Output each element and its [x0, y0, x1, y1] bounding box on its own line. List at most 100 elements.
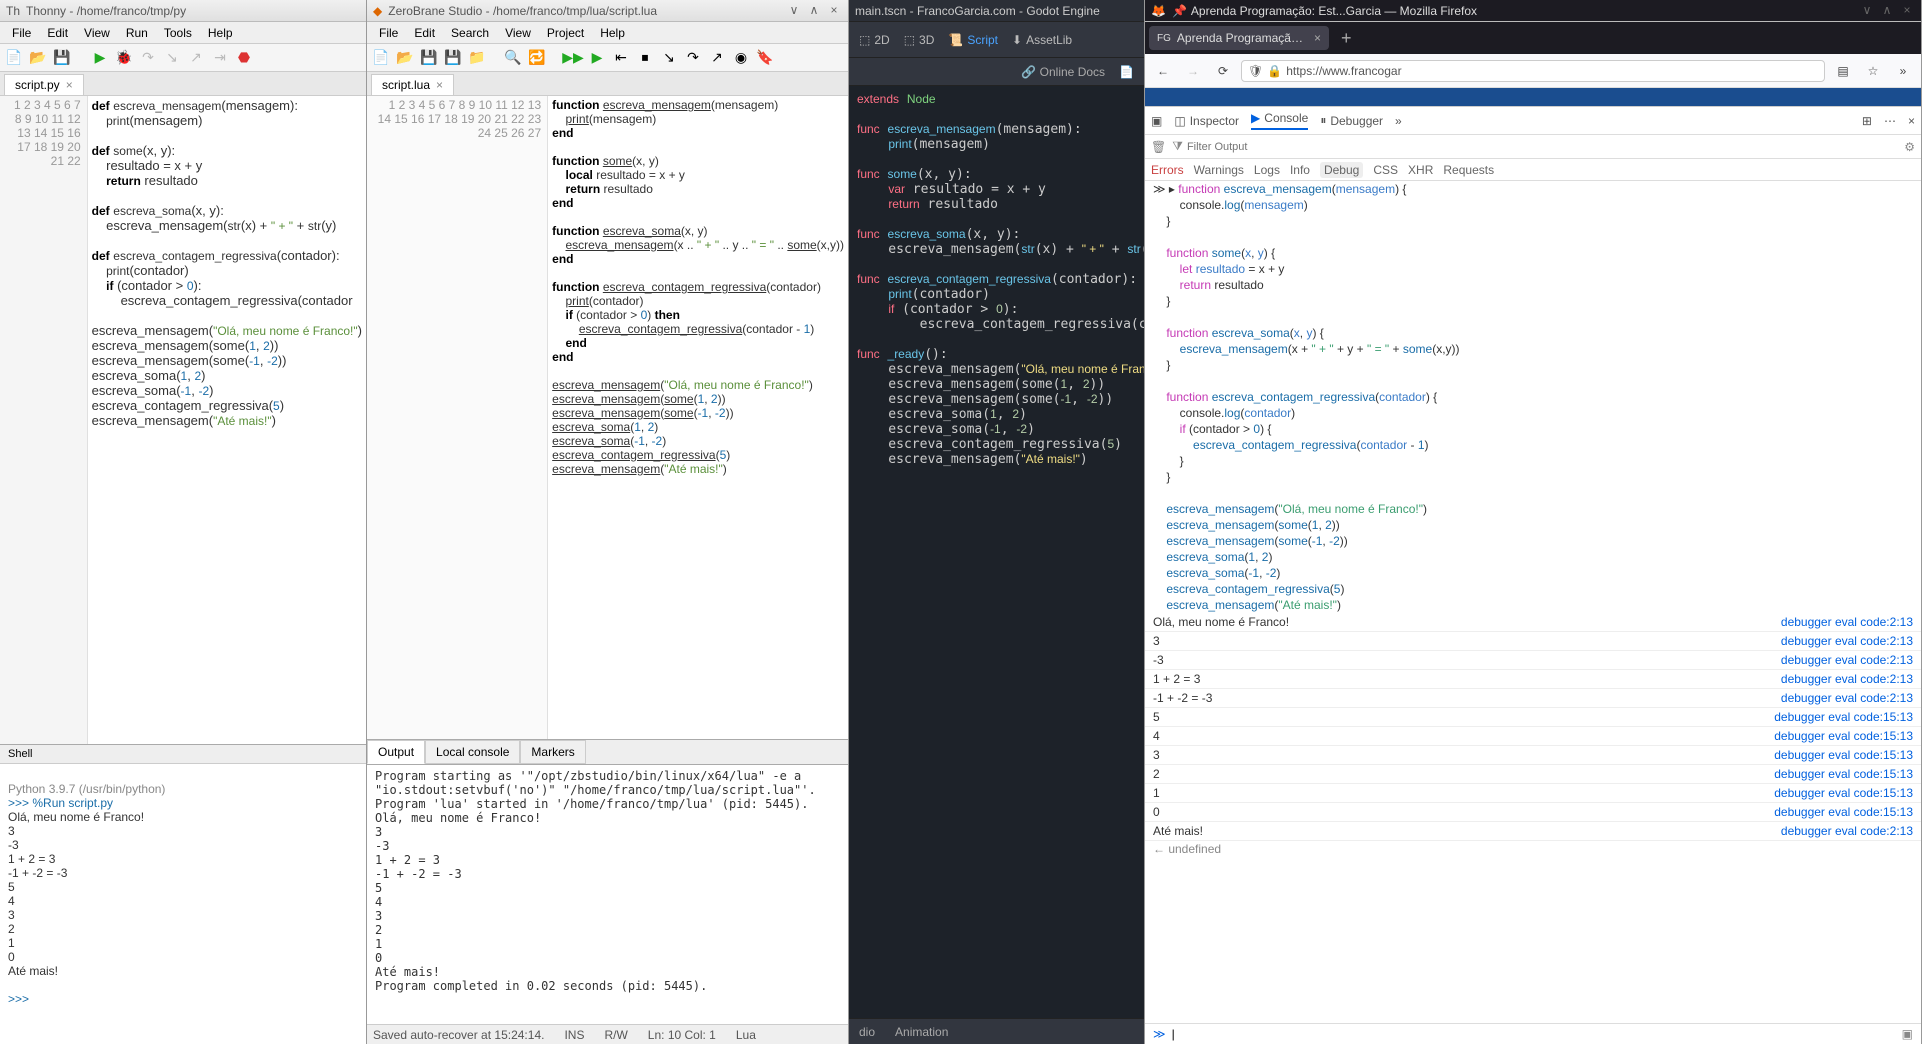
tab-inspector[interactable]: ◫ Inspector [1174, 114, 1239, 128]
menu-help[interactable]: Help [592, 24, 633, 42]
console-prompt[interactable]: ≫ | ▣ [1145, 1023, 1921, 1044]
close-icon[interactable]: × [826, 3, 842, 19]
step-into-icon[interactable]: ↘ [162, 48, 182, 68]
new-file-icon[interactable]: 📄 [371, 48, 391, 68]
replace-icon[interactable]: 🔁 [527, 48, 547, 68]
menu-edit[interactable]: Edit [406, 24, 443, 42]
step-out-icon[interactable]: ↗ [707, 48, 727, 68]
workspace-3d[interactable]: ⬚ 3D [904, 33, 935, 47]
output-tab[interactable]: Output [367, 740, 425, 764]
reload-icon[interactable]: ⟳ [1211, 59, 1235, 83]
forward-icon[interactable]: → [1181, 59, 1205, 83]
tab-debugger[interactable]: ⏸ Debugger [1320, 113, 1383, 128]
minimize-icon[interactable]: ∨ [1859, 3, 1875, 19]
devtools-close-icon[interactable]: × [1908, 114, 1915, 128]
step-over-icon[interactable]: ↷ [683, 48, 703, 68]
debug-icon[interactable]: 🐞 [114, 48, 134, 68]
cat-requests[interactable]: Requests [1443, 163, 1494, 177]
maximize-icon[interactable]: ∧ [1879, 3, 1895, 19]
menu-tools[interactable]: Tools [156, 24, 200, 42]
menu-help[interactable]: Help [200, 24, 241, 42]
trash-icon[interactable]: 🗑 [1151, 140, 1166, 154]
project-folder-icon[interactable]: 📁 [467, 48, 487, 68]
bottom-tab[interactable]: dio [859, 1025, 875, 1039]
browser-tab[interactable]: FG Aprenda Programação: Estru × [1149, 26, 1329, 50]
output-body[interactable]: Program starting as '"/opt/zbstudio/bin/… [367, 765, 848, 997]
step-into-icon[interactable]: ↘ [659, 48, 679, 68]
godot-doc-icon[interactable]: 📄 [1119, 65, 1134, 79]
cat-errors[interactable]: Errors [1151, 163, 1184, 177]
run-icon[interactable]: ▶▶ [563, 48, 583, 68]
bottom-tab-animation[interactable]: Animation [895, 1025, 948, 1039]
devtools-panel-icon[interactable]: ⊞ [1862, 114, 1872, 128]
markers-tab[interactable]: Markers [520, 740, 585, 764]
workspace-2d[interactable]: ⬚ 2D [859, 33, 890, 47]
console-body[interactable]: ≫ ▸ function escreva_mensagem(mensagem) … [1145, 181, 1921, 1023]
cat-logs[interactable]: Logs [1254, 163, 1280, 177]
new-file-icon[interactable]: 📄 [4, 48, 24, 68]
run-icon[interactable]: ▶ [90, 48, 110, 68]
step-over-icon[interactable]: ↷ [138, 48, 158, 68]
menu-file[interactable]: File [371, 24, 406, 42]
step-out-icon[interactable]: ↗ [186, 48, 206, 68]
devtools-menu-icon[interactable]: ⋯ [1884, 114, 1896, 128]
cat-info[interactable]: Info [1290, 163, 1310, 177]
address-bar[interactable]: 🛡 🔒 https://www.francogar [1241, 60, 1825, 82]
editor-tab[interactable]: script.py × [4, 74, 84, 95]
reader-icon[interactable]: ▤ [1831, 59, 1855, 83]
workspace-script[interactable]: 📜 Script [948, 33, 998, 47]
resume-icon[interactable]: ⇥ [210, 48, 230, 68]
menu-edit[interactable]: Edit [39, 24, 76, 42]
maximize-icon[interactable]: ∧ [806, 3, 822, 19]
shell-body[interactable]: Python 3.9.7 (/usr/bin/python) >>> %Run … [0, 764, 366, 1044]
overflow-icon[interactable]: » [1891, 59, 1915, 83]
stop-debug-icon[interactable]: ⇤ [611, 48, 631, 68]
filter-input[interactable] [1187, 141, 1904, 153]
thonny-editor[interactable]: 1 2 3 4 5 6 7 8 9 10 11 12 13 14 15 16 1… [0, 96, 366, 744]
menu-file[interactable]: File [4, 24, 39, 42]
godot-editor[interactable]: extends Node func escreva_mensagem(mensa… [849, 86, 1144, 1018]
inspector-picker-icon[interactable]: ▣ [1151, 114, 1162, 128]
code-area[interactable]: function escreva_mensagem(mensagem) prin… [548, 96, 848, 739]
tab-overflow-icon[interactable]: » [1395, 114, 1402, 128]
open-file-icon[interactable]: 📂 [28, 48, 48, 68]
menu-search[interactable]: Search [443, 24, 497, 42]
find-icon[interactable]: 🔍 [503, 48, 523, 68]
online-docs-link[interactable]: 🔗 Online Docs [1021, 65, 1105, 79]
tab-console[interactable]: ▶ Console [1251, 111, 1308, 130]
close-tab-icon[interactable]: × [1314, 31, 1321, 45]
back-icon[interactable]: ← [1151, 59, 1175, 83]
cat-warnings[interactable]: Warnings [1194, 163, 1244, 177]
multiline-icon[interactable]: ▣ [1902, 1027, 1913, 1041]
cat-xhr[interactable]: XHR [1408, 163, 1433, 177]
save-icon[interactable]: 💾 [419, 48, 439, 68]
console-settings-icon[interactable]: ⚙ [1904, 140, 1915, 154]
menu-view[interactable]: View [497, 24, 539, 42]
menu-run[interactable]: Run [118, 24, 156, 42]
close-icon[interactable]: × [1899, 3, 1915, 19]
close-icon[interactable]: × [66, 78, 73, 92]
start-debug-icon[interactable]: ▶ [587, 48, 607, 68]
editor-tab[interactable]: script.lua × [371, 74, 454, 95]
open-file-icon[interactable]: 📂 [395, 48, 415, 68]
bookmark-icon[interactable]: ☆ [1861, 59, 1885, 83]
zbs-editor[interactable]: 1 2 3 4 5 6 7 8 9 10 11 12 13 14 15 16 1… [367, 96, 848, 739]
code-area[interactable]: def escreva_mensagem(mensagem): print(me… [88, 96, 366, 744]
minimize-icon[interactable]: ∨ [786, 3, 802, 19]
workspace-assetlib[interactable]: ⬇ AssetLib [1012, 33, 1072, 47]
cat-css[interactable]: CSS [1373, 163, 1398, 177]
toggle-bp-icon[interactable]: ◉ [731, 48, 751, 68]
menu-project[interactable]: Project [539, 24, 592, 42]
shell-tab[interactable]: Shell [0, 745, 366, 764]
new-tab-button[interactable]: + [1329, 28, 1364, 49]
cat-debug[interactable]: Debug [1320, 162, 1363, 178]
stop-icon[interactable]: ⬣ [234, 48, 254, 68]
console-log-row: 3debugger eval code:15:13 [1145, 746, 1921, 765]
local-console-tab[interactable]: Local console [425, 740, 520, 764]
close-icon[interactable]: × [436, 78, 443, 92]
save-all-icon[interactable]: 💾 [443, 48, 463, 68]
menu-view[interactable]: View [76, 24, 118, 42]
save-icon[interactable]: 💾 [52, 48, 72, 68]
break-icon[interactable]: ⏹ [635, 48, 655, 68]
bookmarks-icon[interactable]: 🔖 [755, 48, 775, 68]
